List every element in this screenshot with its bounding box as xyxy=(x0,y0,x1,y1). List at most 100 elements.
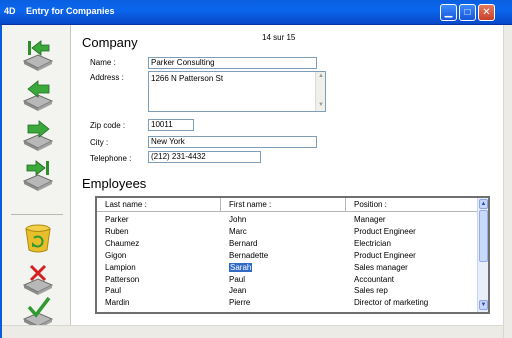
close-icon: ✕ xyxy=(482,7,491,18)
next-record-button[interactable] xyxy=(21,117,55,151)
column-header-position[interactable]: Position : xyxy=(346,198,478,212)
close-button[interactable]: ✕ xyxy=(478,4,495,21)
column-header-first-name[interactable]: First name : xyxy=(221,198,346,212)
maximize-icon: □ xyxy=(464,7,471,18)
employees-heading: Employees xyxy=(82,176,147,191)
last-name-cell: Ruben xyxy=(105,226,129,237)
address-value: 1266 N Patterson St xyxy=(151,74,224,83)
cancel-button[interactable] xyxy=(21,261,55,295)
cell-text: Director of marketing xyxy=(354,298,429,308)
cancel-icon xyxy=(22,264,54,295)
cell-text: Patterson xyxy=(105,274,140,284)
last-name-cell: Parker xyxy=(105,214,129,225)
maximize-button[interactable]: □ xyxy=(459,4,476,21)
table-row[interactable]: Mardin Pierre Director of marketing xyxy=(97,297,478,308)
table-scrollbar[interactable]: ▲ ▼ xyxy=(477,198,488,312)
position-cell: Sales rep xyxy=(354,285,388,296)
minimize-button[interactable]: ▁ xyxy=(440,4,457,21)
position-cell: Accountant xyxy=(354,274,394,285)
company-heading: Company xyxy=(82,35,138,50)
cell-text: Sales manager xyxy=(354,262,408,272)
scroll-up-icon: ▲ xyxy=(318,73,324,79)
table-header: Last name : First name : Position : xyxy=(97,198,478,212)
accept-button[interactable] xyxy=(21,295,55,329)
cell-text: Lampion xyxy=(105,262,136,272)
telephone-field[interactable]: (212) 231-4432 xyxy=(148,151,261,163)
window-horizontal-scrollbar[interactable] xyxy=(2,325,503,338)
window-title: Entry for Companies xyxy=(26,6,115,16)
cell-text: Marc xyxy=(229,226,247,236)
first-name-cell: John xyxy=(229,214,246,225)
cell-text: John xyxy=(229,215,247,224)
table-row[interactable]: Chaumez Bernard Electrician xyxy=(97,238,478,249)
navigation-panel xyxy=(2,25,71,329)
cell-text: Paul xyxy=(229,274,246,284)
address-scrollbar[interactable]: ▲ ▼ xyxy=(315,72,325,111)
table-row[interactable]: Ruben Marc Product Engineer xyxy=(97,226,478,237)
last-record-button[interactable] xyxy=(21,157,55,191)
scroll-thumb[interactable] xyxy=(479,210,488,262)
toolbar-separator xyxy=(11,214,63,215)
first-record-button[interactable] xyxy=(21,37,55,71)
employees-table[interactable]: Last name : First name : Position : Park… xyxy=(95,196,490,314)
cell-text: Ruben xyxy=(105,226,129,236)
cell-text: Electrician xyxy=(354,238,391,248)
telephone-label: Telephone : xyxy=(90,154,132,163)
first-record-icon xyxy=(22,40,54,71)
address-label: Address : xyxy=(90,73,124,82)
first-name-cell: Bernard xyxy=(229,238,257,249)
cell-text: Gigon xyxy=(105,250,127,260)
address-field[interactable]: 1266 N Patterson St ▲ ▼ xyxy=(148,71,326,112)
scroll-down-icon[interactable]: ▼ xyxy=(479,300,488,310)
cell-text: Paul xyxy=(105,286,122,296)
cell-text: Sales rep xyxy=(354,286,388,296)
first-name-cell: Pierre xyxy=(229,297,250,308)
city-label: City : xyxy=(90,138,109,147)
table-row[interactable]: Patterson Paul Accountant xyxy=(97,274,478,285)
table-row[interactable]: Parker John Manager xyxy=(97,214,478,225)
cell-text: Pierre xyxy=(229,298,251,308)
delete-record-button[interactable] xyxy=(21,221,55,255)
title-bar: 4D Entry for Companies ▁ □ ✕ xyxy=(0,0,512,25)
company-name-field[interactable]: Parker Consulting xyxy=(148,57,317,69)
previous-record-icon xyxy=(22,80,54,111)
position-cell: Director of marketing xyxy=(354,297,428,308)
cell-text: Chaumez xyxy=(105,238,140,248)
position-cell: Manager xyxy=(354,214,386,225)
cell-text: Sarah xyxy=(229,262,253,272)
window-vertical-scrollbar[interactable] xyxy=(503,25,512,338)
last-name-cell: Paul xyxy=(105,285,121,296)
zip-label: Zip code : xyxy=(90,121,126,130)
checkmark-icon xyxy=(22,296,54,329)
last-record-icon xyxy=(22,160,54,191)
next-record-icon xyxy=(22,120,54,151)
position-cell: Product Engineer xyxy=(354,226,416,237)
cell-text: Accountant xyxy=(354,274,395,284)
position-cell: Sales manager xyxy=(354,262,408,273)
scroll-down-icon: ▼ xyxy=(318,102,324,108)
first-name-cell: Bernadette xyxy=(229,250,268,261)
scroll-up-icon[interactable]: ▲ xyxy=(479,199,488,209)
cell-text: Product Engineer xyxy=(354,226,416,236)
table-row[interactable]: Gigon Bernadette Product Engineer xyxy=(97,250,478,261)
cell-text: Bernadette xyxy=(229,250,269,260)
last-name-cell: Lampion xyxy=(105,262,136,273)
last-name-cell: Gigon xyxy=(105,250,126,261)
last-name-cell: Chaumez xyxy=(105,238,139,249)
zip-code-field[interactable]: 10011 xyxy=(148,119,194,131)
previous-record-button[interactable] xyxy=(21,77,55,111)
name-label: Name : xyxy=(90,58,116,67)
app-icon: 4D xyxy=(4,6,16,16)
cell-text: Manager xyxy=(354,215,386,224)
table-row[interactable]: Lampion Sarah Sales manager xyxy=(97,262,478,273)
cell-text: Parker xyxy=(105,215,129,224)
record-position: 14 sur 15 xyxy=(262,33,296,42)
last-name-cell: Mardin xyxy=(105,297,129,308)
column-header-last-name[interactable]: Last name : xyxy=(97,198,221,212)
city-field[interactable]: New York xyxy=(148,136,317,148)
cell-text: Product Engineer xyxy=(354,250,416,260)
first-name-cell: Jean xyxy=(229,285,246,296)
cell-text: Mardin xyxy=(105,298,130,308)
table-row[interactable]: Paul Jean Sales rep xyxy=(97,285,478,296)
position-cell: Product Engineer xyxy=(354,250,416,261)
